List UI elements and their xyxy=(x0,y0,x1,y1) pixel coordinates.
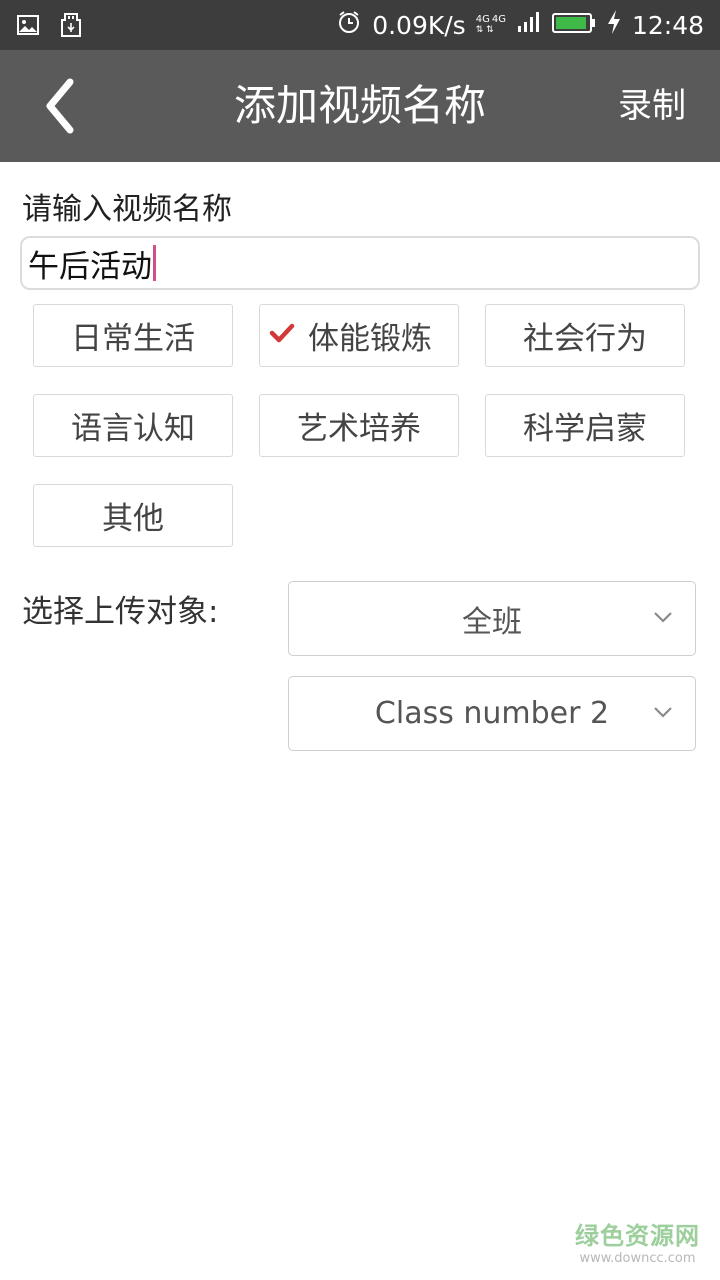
text-caret xyxy=(153,245,156,281)
status-left-icons xyxy=(16,12,82,42)
network-speed: 0.09K/s xyxy=(372,10,466,40)
tag-physical-exercise[interactable]: 体能锻炼 xyxy=(259,304,459,367)
watermark-sub: www.downcc.com xyxy=(579,1251,696,1266)
tag-label: 语言认知 xyxy=(71,411,195,447)
status-right: 0.09K/s 4G 4G ⇅ ⇅ 12:48 xyxy=(336,0,704,50)
charging-icon xyxy=(606,9,622,41)
watermark: 绿色资源网 www.downcc.com xyxy=(575,1216,700,1266)
record-button[interactable]: 录制 xyxy=(618,50,686,162)
chevron-down-icon xyxy=(654,612,672,623)
tag-other[interactable]: 其他 xyxy=(33,484,233,547)
target-scope-value: 全班 xyxy=(462,604,522,640)
tag-language-cognition[interactable]: 语言认知 xyxy=(33,394,233,457)
target-scope-select[interactable]: 全班 xyxy=(288,581,696,656)
network-type-1: 4G xyxy=(475,14,490,25)
video-name-input[interactable]: 午后活动 xyxy=(20,236,700,290)
network-type: 4G 4G ⇅ ⇅ xyxy=(475,14,506,35)
check-icon xyxy=(269,323,295,343)
image-icon xyxy=(16,13,40,41)
tag-label: 日常生活 xyxy=(71,321,195,357)
tag-label: 其他 xyxy=(102,501,164,537)
tag-label: 社会行为 xyxy=(523,321,647,357)
tag-daily-life[interactable]: 日常生活 xyxy=(33,304,233,367)
upload-target-label: 选择上传对象: xyxy=(22,594,219,630)
battery-icon xyxy=(551,11,596,40)
status-bar: 0.09K/s 4G 4G ⇅ ⇅ 12:48 xyxy=(0,0,720,50)
video-name-value: 午后活动 xyxy=(28,248,152,285)
target-class-select[interactable]: Class number 2 xyxy=(288,676,696,751)
signal-icon xyxy=(516,10,542,40)
clock-time: 12:48 xyxy=(631,10,704,40)
tag-label: 科学启蒙 xyxy=(523,411,647,447)
alarm-icon xyxy=(336,9,362,41)
title-bar: 添加视频名称 录制 xyxy=(0,50,720,162)
tag-social-behavior[interactable]: 社会行为 xyxy=(485,304,685,367)
tag-label: 体能锻炼 xyxy=(308,321,432,357)
watermark-main: 绿色资源网 xyxy=(575,1222,700,1250)
tag-science-enlightenment[interactable]: 科学启蒙 xyxy=(485,394,685,457)
chevron-down-icon xyxy=(654,707,672,718)
usb-icon xyxy=(60,12,82,42)
video-name-label: 请输入视频名称 xyxy=(22,192,232,227)
tag-label: 艺术培养 xyxy=(297,411,421,447)
tag-art-training[interactable]: 艺术培养 xyxy=(259,394,459,457)
network-type-2: 4G xyxy=(491,14,506,25)
page-title: 添加视频名称 xyxy=(233,81,486,130)
target-class-value: Class number 2 xyxy=(374,696,610,731)
